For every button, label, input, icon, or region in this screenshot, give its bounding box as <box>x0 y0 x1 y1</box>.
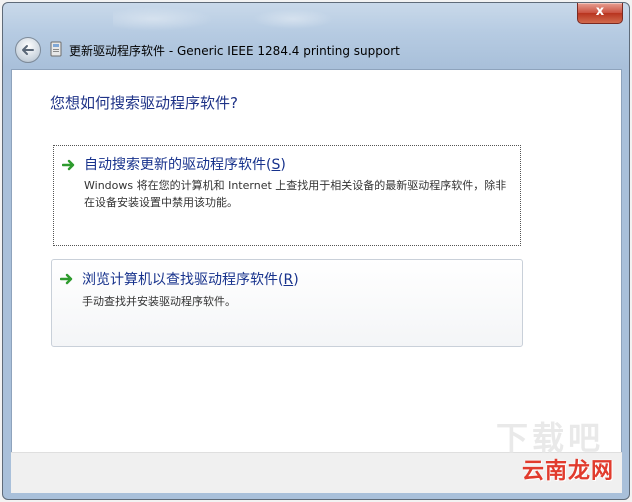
window-title: 更新驱动程序软件 - Generic IEEE 1284.4 printing … <box>69 44 400 58</box>
green-arrow-icon <box>60 273 73 285</box>
option-auto-search-description: Windows 将在您的计算机和 Internet 上查找用于相关设备的最新驱动… <box>84 179 507 209</box>
option-browse-computer-description: 手动查找并安装驱动程序软件。 <box>82 295 236 308</box>
option-auto-search[interactable]: 自动搜索更新的驱动程序软件(S) Windows 将在您的计算机和 Intern… <box>53 145 521 246</box>
green-arrow-icon <box>62 159 75 171</box>
option-title-text: 自动搜索更新的驱动程序软件( <box>84 157 272 173</box>
option-browse-computer-title: 浏览计算机以查找驱动程序软件(R) <box>82 269 299 289</box>
device-icon <box>50 41 62 57</box>
page-heading: 您想如何搜索驱动程序软件? <box>50 94 238 112</box>
dialog-window: x 更新驱动程序软件 - Generic IEEE 1284.4 printin… <box>2 2 630 500</box>
option-auto-search-title: 自动搜索更新的驱动程序软件(S) <box>84 154 286 174</box>
option-title-end: ) <box>280 157 286 173</box>
option-title-text: 浏览计算机以查找驱动程序软件( <box>82 272 284 288</box>
glass-decoration <box>113 7 353 31</box>
option-browse-computer[interactable]: 浏览计算机以查找驱动程序软件(R) 手动查找并安装驱动程序软件。 <box>51 259 523 347</box>
option-hotkey: R <box>283 272 294 288</box>
watermark-text: 云南龙网 <box>521 459 614 484</box>
close-button[interactable]: x <box>577 3 623 24</box>
back-arrow-icon <box>22 45 34 55</box>
bottom-bar: 下载吧 云南龙网 <box>11 419 622 493</box>
option-title-end: ) <box>293 272 299 288</box>
content-area: 您想如何搜索驱动程序软件? 自动搜索更新的驱动程序软件(S) Windows 将… <box>11 69 622 453</box>
back-button[interactable] <box>15 37 41 63</box>
